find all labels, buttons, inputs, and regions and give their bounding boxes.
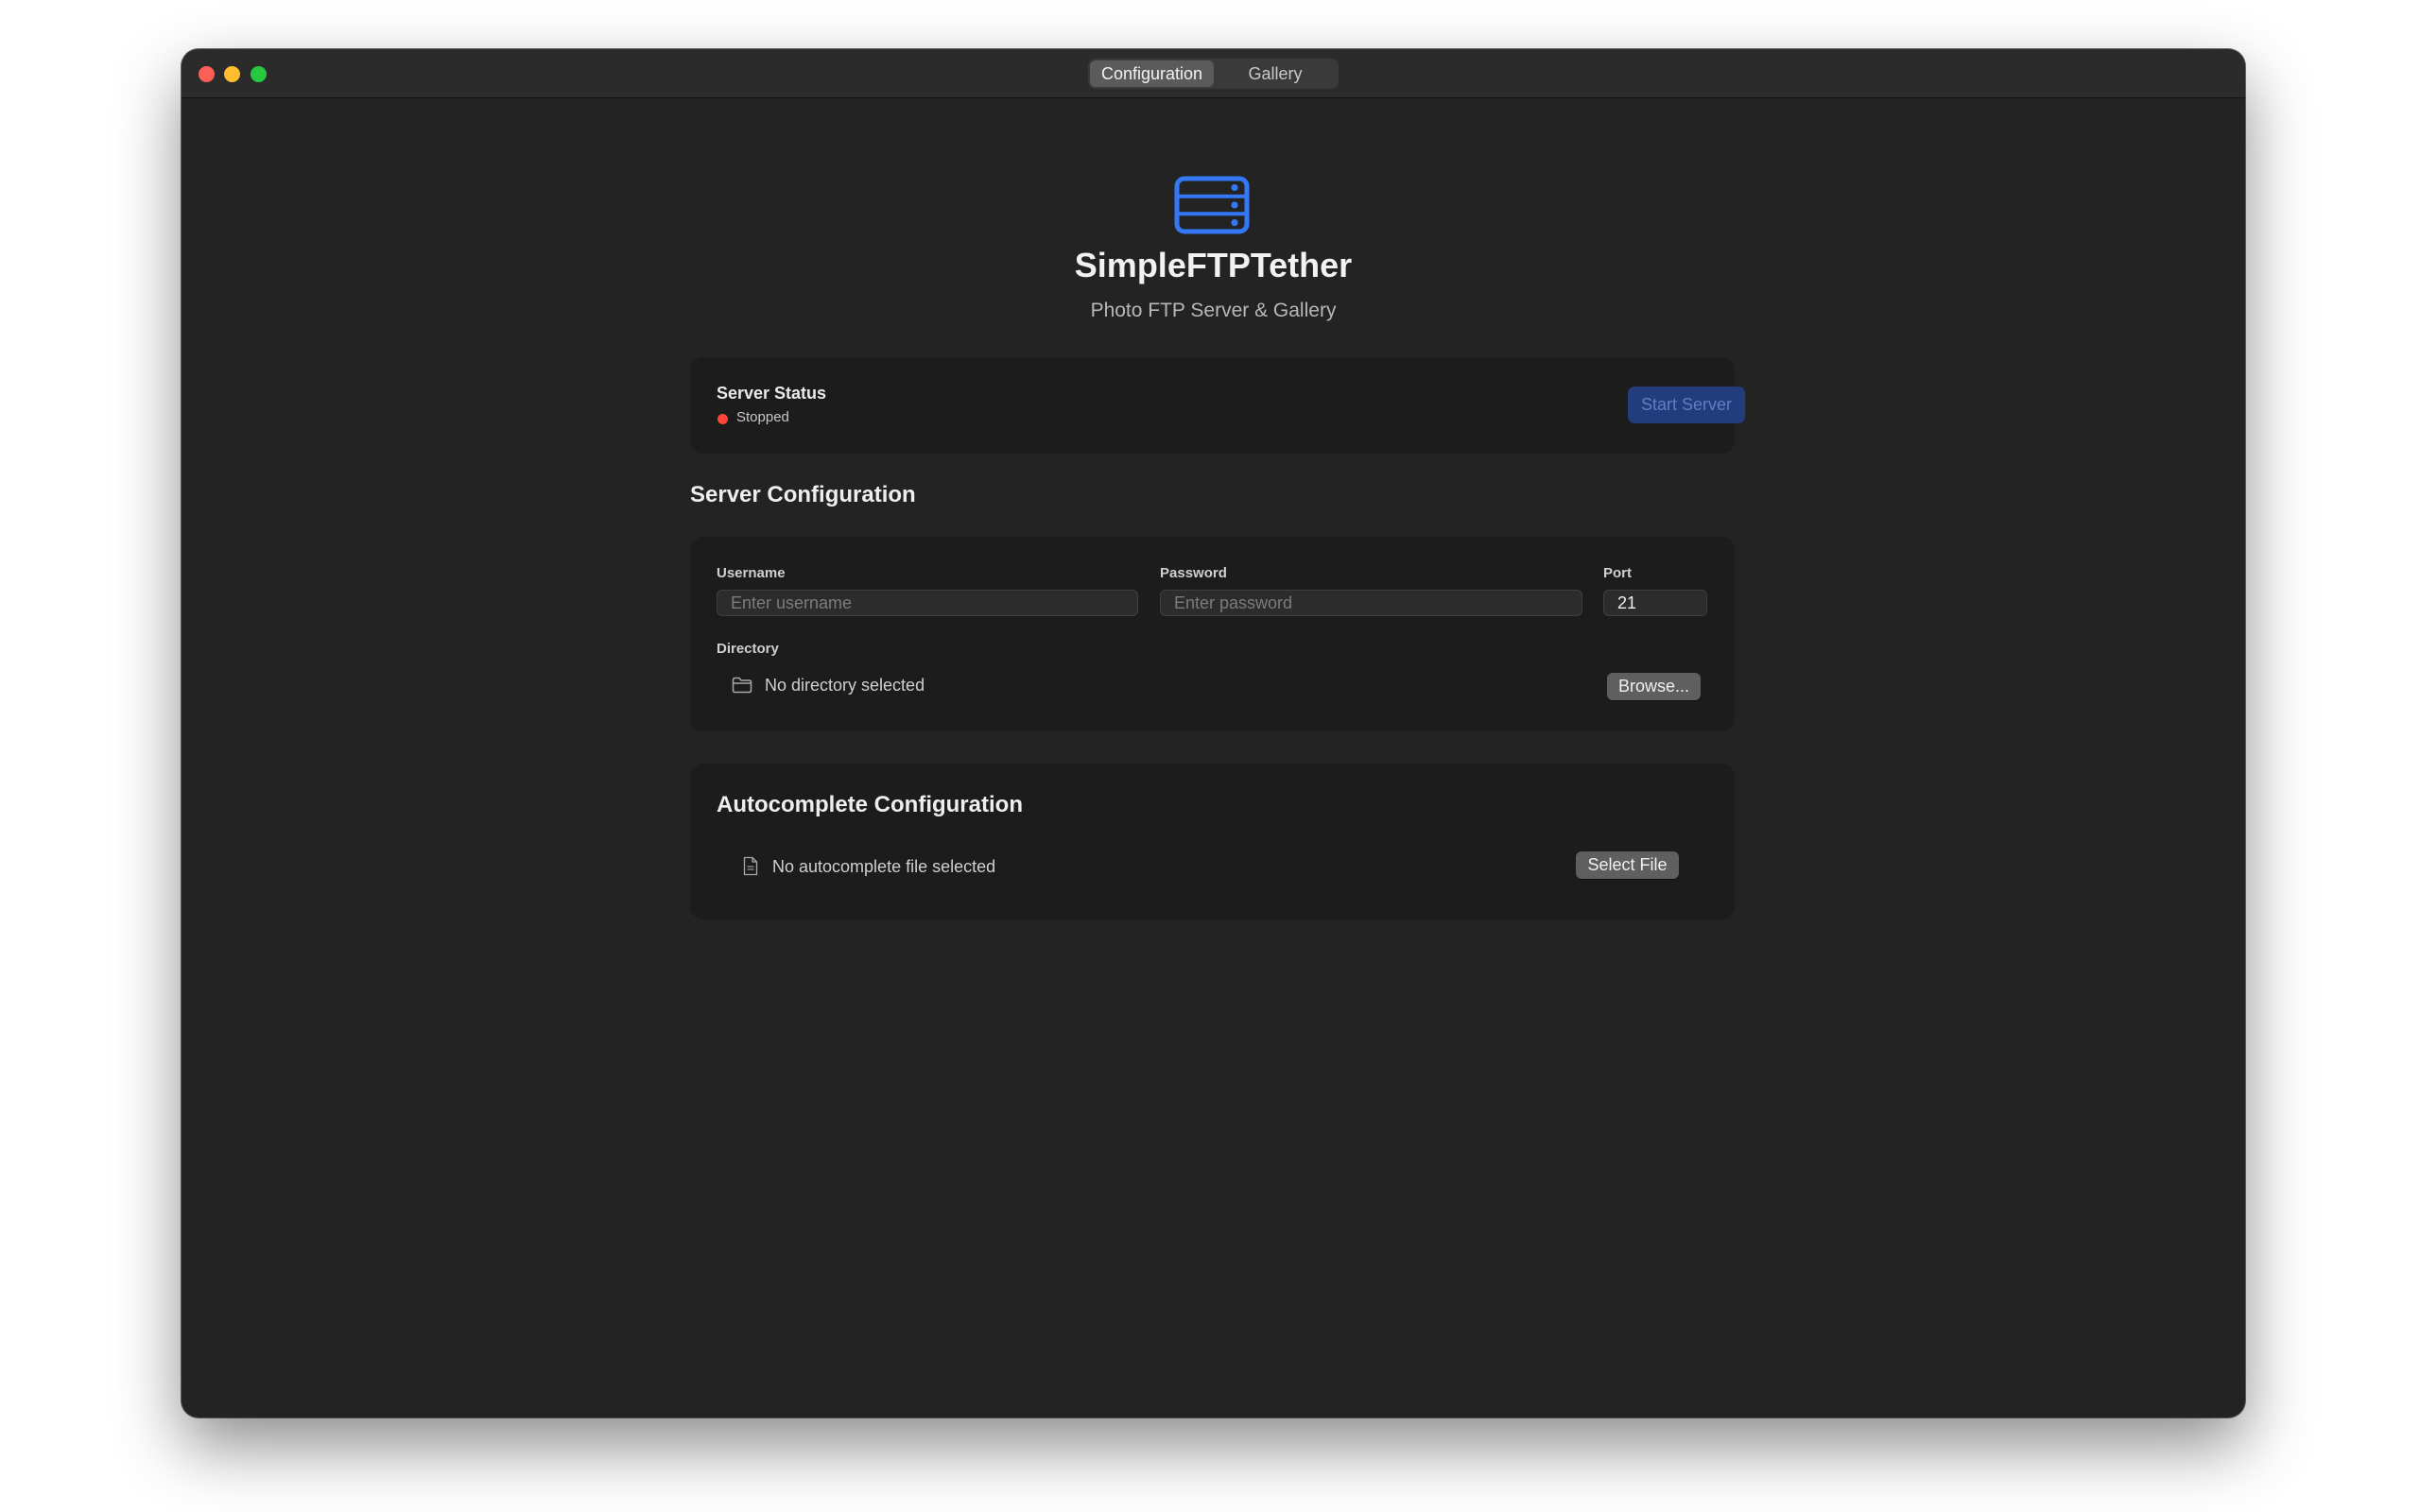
server-status-title: Server Status xyxy=(717,384,827,403)
password-field[interactable]: Enter password xyxy=(1160,590,1582,616)
server-status-text: Stopped xyxy=(736,409,789,425)
view-tab-switcher: Configuration Gallery xyxy=(1088,59,1339,89)
directory-label: Directory xyxy=(717,641,779,657)
app-window: Configuration Gallery SimpleFTPTether Ph… xyxy=(182,49,2245,1418)
tab-configuration[interactable]: Configuration xyxy=(1090,60,1214,87)
server-status-card: Server Status Stopped Start Server xyxy=(690,357,1745,454)
title-bar: Configuration Gallery xyxy=(182,49,2245,98)
select-file-button[interactable]: Select File xyxy=(1576,851,1679,879)
password-label: Password xyxy=(1160,565,1227,581)
autocomplete-configuration-heading: Autocomplete Configuration xyxy=(717,792,1023,817)
directory-value: No directory selected xyxy=(765,676,925,695)
zoom-window-button[interactable] xyxy=(251,66,267,82)
port-label: Port xyxy=(1603,565,1632,581)
document-icon xyxy=(743,856,758,876)
server-configuration-heading: Server Configuration xyxy=(690,482,916,507)
app-title: SimpleFTPTether xyxy=(1074,246,1353,284)
username-field[interactable]: Enter username xyxy=(717,590,1138,616)
server-rack-icon xyxy=(1174,176,1250,234)
port-field[interactable]: 21 xyxy=(1603,590,1707,616)
main-content: SimpleFTPTether Photo FTP Server & Galle… xyxy=(182,98,2245,1418)
autocomplete-configuration-card: Autocomplete Configuration No autocomple… xyxy=(690,764,1735,919)
app-subtitle: Photo FTP Server & Gallery xyxy=(1090,300,1337,321)
status-indicator-dot xyxy=(717,414,728,424)
folder-icon xyxy=(732,677,752,694)
minimize-window-button[interactable] xyxy=(224,66,240,82)
start-server-button[interactable]: Start Server xyxy=(1628,387,1745,423)
autocomplete-file-value: No autocomplete file selected xyxy=(772,857,996,876)
server-configuration-card: Username Enter username Password Enter p… xyxy=(690,537,1735,731)
browse-button[interactable]: Browse... xyxy=(1607,673,1701,700)
tab-gallery[interactable]: Gallery xyxy=(1214,60,1337,87)
username-label: Username xyxy=(717,565,786,581)
close-window-button[interactable] xyxy=(199,66,215,82)
